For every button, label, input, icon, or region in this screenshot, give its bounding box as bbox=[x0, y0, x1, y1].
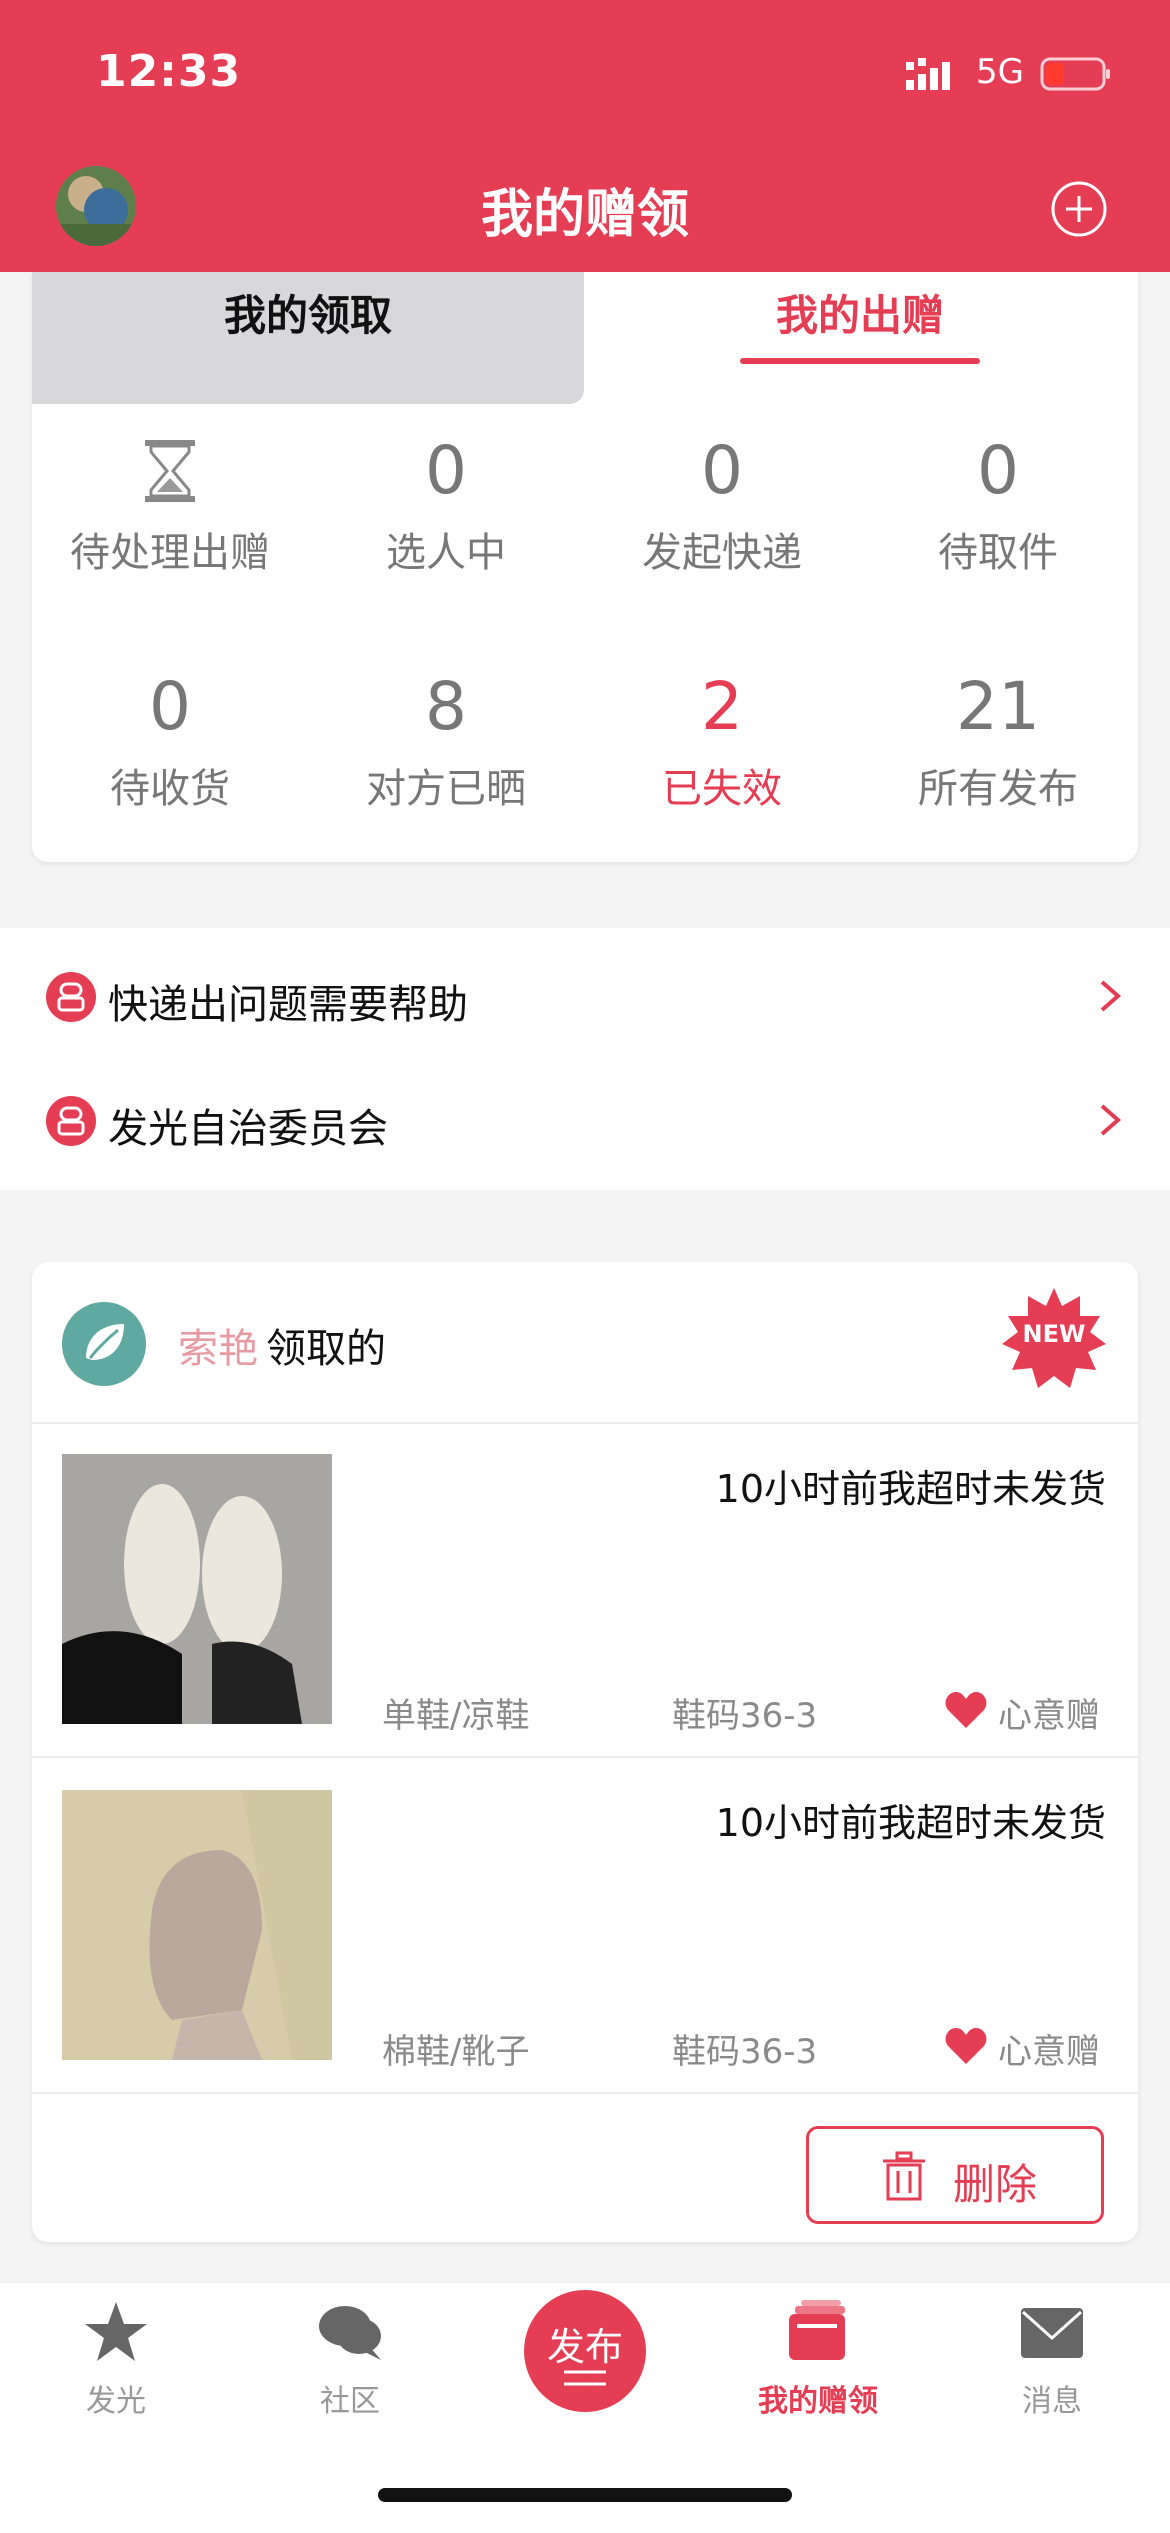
stat-value: 8 bbox=[425, 668, 467, 745]
stat-label: 已失效 bbox=[662, 766, 782, 812]
stat-value: 0 bbox=[149, 668, 191, 745]
stat-label: 待取件 bbox=[938, 530, 1058, 576]
status-time: 12:33 bbox=[96, 46, 242, 97]
nav-label: 消息 bbox=[1022, 2384, 1082, 2419]
item-size: 鞋码36-3 bbox=[672, 2032, 818, 2072]
menu-label: 发光自治委员会 bbox=[108, 1106, 388, 1152]
help-menu: 快递出问题需要帮助 发光自治委员会 bbox=[0, 928, 1170, 1190]
item-gift-type: 心意赠 bbox=[998, 2032, 1100, 2072]
item-size: 鞋码36-3 bbox=[672, 1696, 818, 1736]
item-gift-type: 心意赠 bbox=[998, 1696, 1100, 1736]
item-category: 棉鞋/靴子 bbox=[382, 2032, 530, 2072]
stat-label: 发起快递 bbox=[642, 530, 802, 576]
feed-action: 领取的 bbox=[266, 1326, 386, 1372]
tab-active-indicator bbox=[740, 358, 980, 364]
stat-awaiting-receipt[interactable]: 0 待收货 bbox=[32, 672, 308, 814]
delete-label: 删除 bbox=[953, 2160, 1038, 2209]
menu-item-express-help[interactable]: 快递出问题需要帮助 bbox=[0, 938, 1170, 1058]
signal-icon bbox=[906, 58, 950, 90]
mail-icon bbox=[1021, 2308, 1083, 2358]
divider bbox=[32, 1422, 1138, 1424]
support-agent-icon bbox=[46, 1096, 96, 1146]
stat-start-express[interactable]: 0 发起快递 bbox=[584, 436, 860, 578]
add-circle-icon[interactable] bbox=[1050, 180, 1108, 238]
gift-box-icon bbox=[789, 2300, 845, 2360]
nav-item-my-gifts[interactable]: 我的赠领 bbox=[728, 2300, 908, 2420]
tab-my-receive-label[interactable]: 我的领取 bbox=[32, 282, 584, 343]
heart-icon bbox=[945, 1692, 987, 1728]
boot-photo bbox=[62, 1790, 332, 2060]
item-category: 单鞋/凉鞋 bbox=[382, 1696, 530, 1736]
stat-label: 选人中 bbox=[386, 530, 506, 576]
item-status: 10小时前我超时未发货 bbox=[715, 1467, 1106, 1511]
stat-value: 2 bbox=[701, 668, 743, 745]
stat-value: 21 bbox=[956, 668, 1040, 745]
network-type: 5G bbox=[976, 52, 1024, 92]
stat-label: 对方已晒 bbox=[366, 766, 526, 812]
stat-shared-by-other[interactable]: 8 对方已晒 bbox=[308, 672, 584, 814]
feed-card bbox=[32, 1262, 1138, 2242]
stat-value: 0 bbox=[701, 432, 743, 509]
nav-label: 社区 bbox=[320, 2384, 380, 2419]
chevron-right-icon bbox=[1100, 1104, 1122, 1136]
stat-value: 0 bbox=[425, 432, 467, 509]
hourglass-icon bbox=[145, 440, 195, 502]
menu-item-committee[interactable]: 发光自治委员会 bbox=[0, 1062, 1170, 1182]
home-indicator bbox=[378, 2488, 792, 2502]
star-icon bbox=[85, 2302, 147, 2361]
trash-icon bbox=[883, 2151, 925, 2201]
delete-button[interactable]: 删除 bbox=[806, 2126, 1104, 2224]
menu-label: 快递出问题需要帮助 bbox=[108, 982, 468, 1028]
stat-all-posts[interactable]: 21 所有发布 bbox=[860, 672, 1136, 814]
stat-pending-give[interactable]: 待处理出赠 bbox=[32, 436, 308, 578]
nav-item-glow[interactable]: 发光 bbox=[26, 2300, 206, 2420]
divider bbox=[32, 1756, 1138, 1758]
tab-my-give-label[interactable]: 我的出赠 bbox=[584, 282, 1136, 343]
new-badge-label: NEW bbox=[1022, 1320, 1086, 1348]
item-photo[interactable] bbox=[62, 1454, 332, 1724]
leaf-logo-icon bbox=[62, 1302, 146, 1386]
nav-label: 我的赠领 bbox=[758, 2384, 878, 2419]
stat-awaiting-pickup[interactable]: 0 待取件 bbox=[860, 436, 1136, 578]
nav-item-community[interactable]: 社区 bbox=[260, 2300, 440, 2420]
stat-value: 0 bbox=[977, 432, 1019, 509]
new-badge: NEW bbox=[1002, 1286, 1106, 1390]
stat-expired[interactable]: 2 已失效 bbox=[584, 672, 860, 814]
publish-icon bbox=[564, 2370, 606, 2386]
stat-label: 待处理出赠 bbox=[70, 530, 270, 576]
publish-button[interactable]: 发布 bbox=[524, 2290, 646, 2412]
stat-selecting[interactable]: 0 选人中 bbox=[308, 436, 584, 578]
stat-label: 所有发布 bbox=[918, 766, 1078, 812]
page-title: 我的赠领 bbox=[480, 185, 689, 245]
battery-icon bbox=[1040, 57, 1110, 91]
publish-label: 发布 bbox=[546, 2325, 623, 2369]
item-status: 10小时前我超时未发货 bbox=[715, 1801, 1106, 1845]
support-agent-icon bbox=[46, 972, 96, 1022]
chat-bubbles-icon bbox=[319, 2306, 381, 2360]
heart-icon bbox=[945, 2028, 987, 2064]
nav-item-messages[interactable]: 消息 bbox=[962, 2300, 1142, 2420]
item-photo[interactable] bbox=[62, 1790, 332, 2060]
chevron-right-icon bbox=[1100, 980, 1122, 1012]
nav-label: 发光 bbox=[86, 2384, 146, 2419]
stat-label: 待收货 bbox=[110, 766, 230, 812]
divider bbox=[32, 2092, 1138, 2094]
feed-user-name[interactable]: 索艳 bbox=[178, 1316, 258, 1374]
shoe-photo bbox=[62, 1454, 332, 1724]
